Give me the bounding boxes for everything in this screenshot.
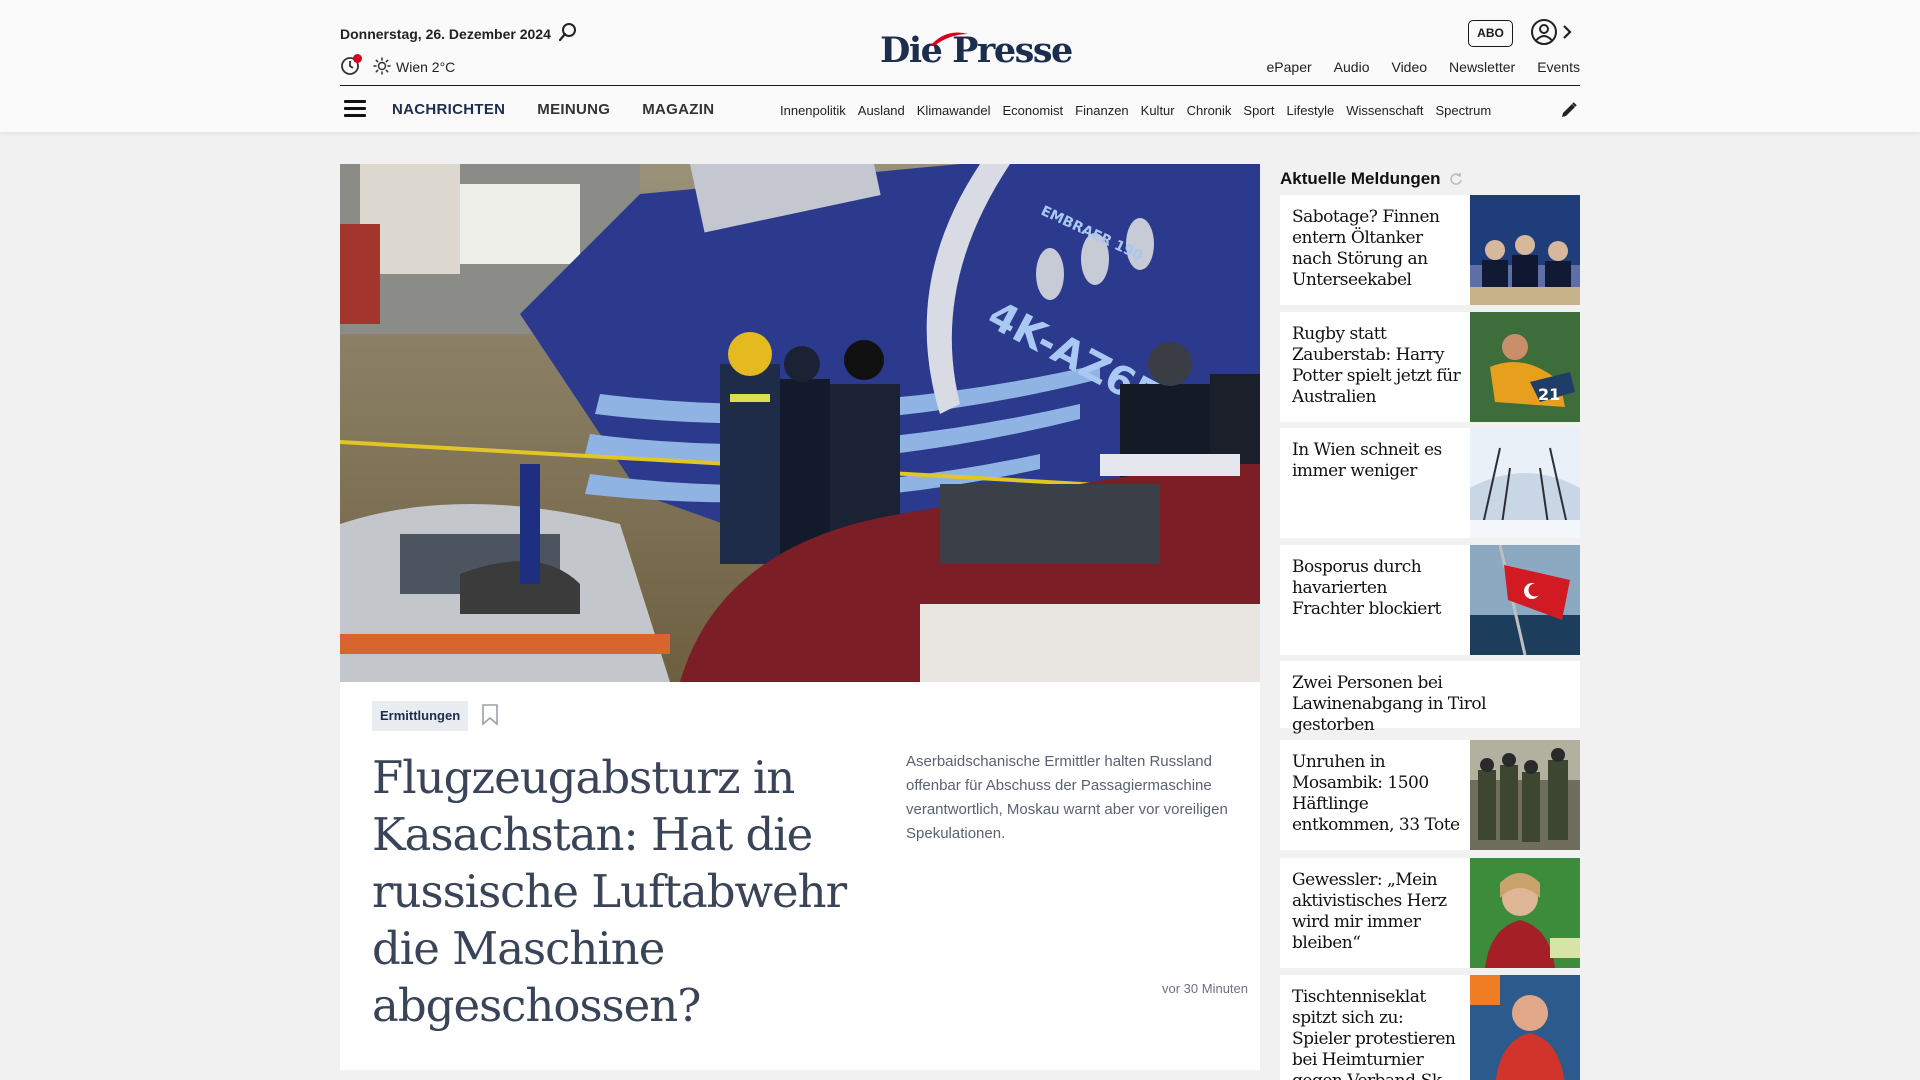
lead-headline[interactable]: Flugzeugabsturz in Kasachstan: Hat die r… <box>372 749 852 1034</box>
subnav-spectrum[interactable]: Spectrum <box>1436 103 1492 118</box>
news-item-title: Unruhen in Mosambik: 1500 Häftlinge entk… <box>1292 752 1460 835</box>
news-item-thumbnail <box>1470 975 1580 1080</box>
subnav-lifestyle[interactable]: Lifestyle <box>1287 103 1335 118</box>
plane-crash-photo: 4K-AZ65 EMBRAER 190 <box>340 164 1260 682</box>
logo-text: Die Presse <box>880 30 1073 71</box>
nav-meinung[interactable]: MEINUNG <box>537 101 610 118</box>
news-item-title: In Wien schneit es immer weniger <box>1292 440 1442 481</box>
link-events[interactable]: Events <box>1537 59 1580 75</box>
news-item-title: Tischtenniseklat spitzt sich zu: Spieler… <box>1292 987 1456 1080</box>
news-item-title: Gewessler: „Mein aktivistisches Herz wir… <box>1292 870 1447 953</box>
lead-article[interactable]: 4K-AZ65 EMBRAER 190 Ermittlungen Flugzeu… <box>340 164 1260 1070</box>
current-date: Donnerstag, 26. Dezember 2024 <box>340 26 551 42</box>
bookmark-icon[interactable] <box>481 704 499 726</box>
news-item[interactable]: Bosporus durch havarierten Frachter bloc… <box>1280 545 1580 655</box>
news-item[interactable]: In Wien schneit es immer weniger <box>1280 428 1580 538</box>
subnav-klimawandel[interactable]: Klimawandel <box>917 103 991 118</box>
subnav-sport[interactable]: Sport <box>1243 103 1274 118</box>
news-item-thumbnail <box>1470 740 1580 850</box>
site-header: Donnerstag, 26. Dezember 2024 Wien 2°C D… <box>0 0 1920 132</box>
header-divider <box>340 85 1580 86</box>
subnav-wissenschaft[interactable]: Wissenschaft <box>1346 103 1423 118</box>
news-item-thumbnail <box>1470 545 1580 655</box>
menu-hamburger-icon[interactable] <box>344 100 366 118</box>
link-audio[interactable]: Audio <box>1334 59 1370 75</box>
subnav-economist[interactable]: Economist <box>1002 103 1063 118</box>
sidebar-title-text: Aktuelle Meldungen <box>1280 169 1441 188</box>
abo-button[interactable]: ABO <box>1468 20 1513 47</box>
news-item-title: Zwei Personen bei Lawinenabgang in Tirol… <box>1292 673 1487 735</box>
pencil-icon[interactable] <box>1560 101 1578 119</box>
nav-magazin[interactable]: MAGAZIN <box>642 101 714 118</box>
refresh-icon <box>1449 173 1462 185</box>
news-item-title: Rugby statt Zauberstab: Harry Potter spi… <box>1292 324 1461 407</box>
sun-icon <box>373 57 391 75</box>
news-item-thumbnail <box>1470 858 1580 968</box>
news-item-thumbnail: 21 <box>1470 312 1580 422</box>
utility-links: ePaper Audio Video Newsletter Events <box>1245 59 1580 75</box>
main-navigation: NACHRICHTEN MEINUNG MAGAZIN <box>392 101 746 118</box>
site-logo[interactable]: Die Presse <box>860 28 1073 74</box>
latest-news-sidebar: Aktuelle Meldungen Sabotage? Finnen ente… <box>1280 164 1580 1080</box>
link-epaper[interactable]: ePaper <box>1267 59 1312 75</box>
search-icon[interactable] <box>558 22 578 42</box>
news-item[interactable]: Tischtenniseklat spitzt sich zu: Spieler… <box>1280 975 1580 1080</box>
live-indicator-dot <box>353 54 362 63</box>
section-navigation: Innenpolitik Ausland Klimawandel Economist F… <box>780 102 1542 120</box>
news-item-title: Sabotage? Finnen entern Öltanker nach St… <box>1292 207 1440 290</box>
chevron-right-icon[interactable] <box>1560 22 1574 42</box>
user-account-icon[interactable] <box>1530 18 1558 46</box>
lead-article-image[interactable]: 4K-AZ65 EMBRAER 190 <box>340 164 1260 682</box>
news-item[interactable]: Gewessler: „Mein aktivistisches Herz wir… <box>1280 858 1580 968</box>
link-video[interactable]: Video <box>1391 59 1427 75</box>
weather-text[interactable]: Wien 2°C <box>396 59 455 75</box>
nav-nachrichten[interactable]: NACHRICHTEN <box>392 101 505 118</box>
lead-timestamp: vor 30 Minuten <box>1162 981 1248 996</box>
category-tag[interactable]: Ermittlungen <box>372 701 469 731</box>
news-item[interactable]: Zwei Personen bei Lawinenabgang in Tirol… <box>1280 661 1580 735</box>
subnav-ausland[interactable]: Ausland <box>858 103 905 118</box>
news-item[interactable]: Sabotage? Finnen entern Öltanker nach St… <box>1280 195 1580 305</box>
subnav-innenpolitik[interactable]: Innenpolitik <box>780 103 846 118</box>
svg-text:21: 21 <box>1538 385 1560 404</box>
subnav-kultur[interactable]: Kultur <box>1141 103 1175 118</box>
subnav-finanzen[interactable]: Finanzen <box>1075 103 1128 118</box>
news-item-thumbnail <box>1470 195 1580 305</box>
logo-swoosh-icon <box>930 32 968 46</box>
news-item-thumbnail <box>1470 428 1580 538</box>
link-newsletter[interactable]: Newsletter <box>1449 59 1515 75</box>
sidebar-title: Aktuelle Meldungen <box>1280 164 1580 194</box>
lead-teaser: Aserbaidschanische Ermittler halten Russ… <box>906 753 1228 842</box>
news-item-title: Bosporus durch havarierten Frachter bloc… <box>1292 557 1441 619</box>
news-item[interactable]: Unruhen in Mosambik: 1500 Häftlinge entk… <box>1280 740 1580 850</box>
subnav-chronik[interactable]: Chronik <box>1187 103 1232 118</box>
news-item[interactable]: Rugby statt Zauberstab: Harry Potter spi… <box>1280 312 1580 422</box>
